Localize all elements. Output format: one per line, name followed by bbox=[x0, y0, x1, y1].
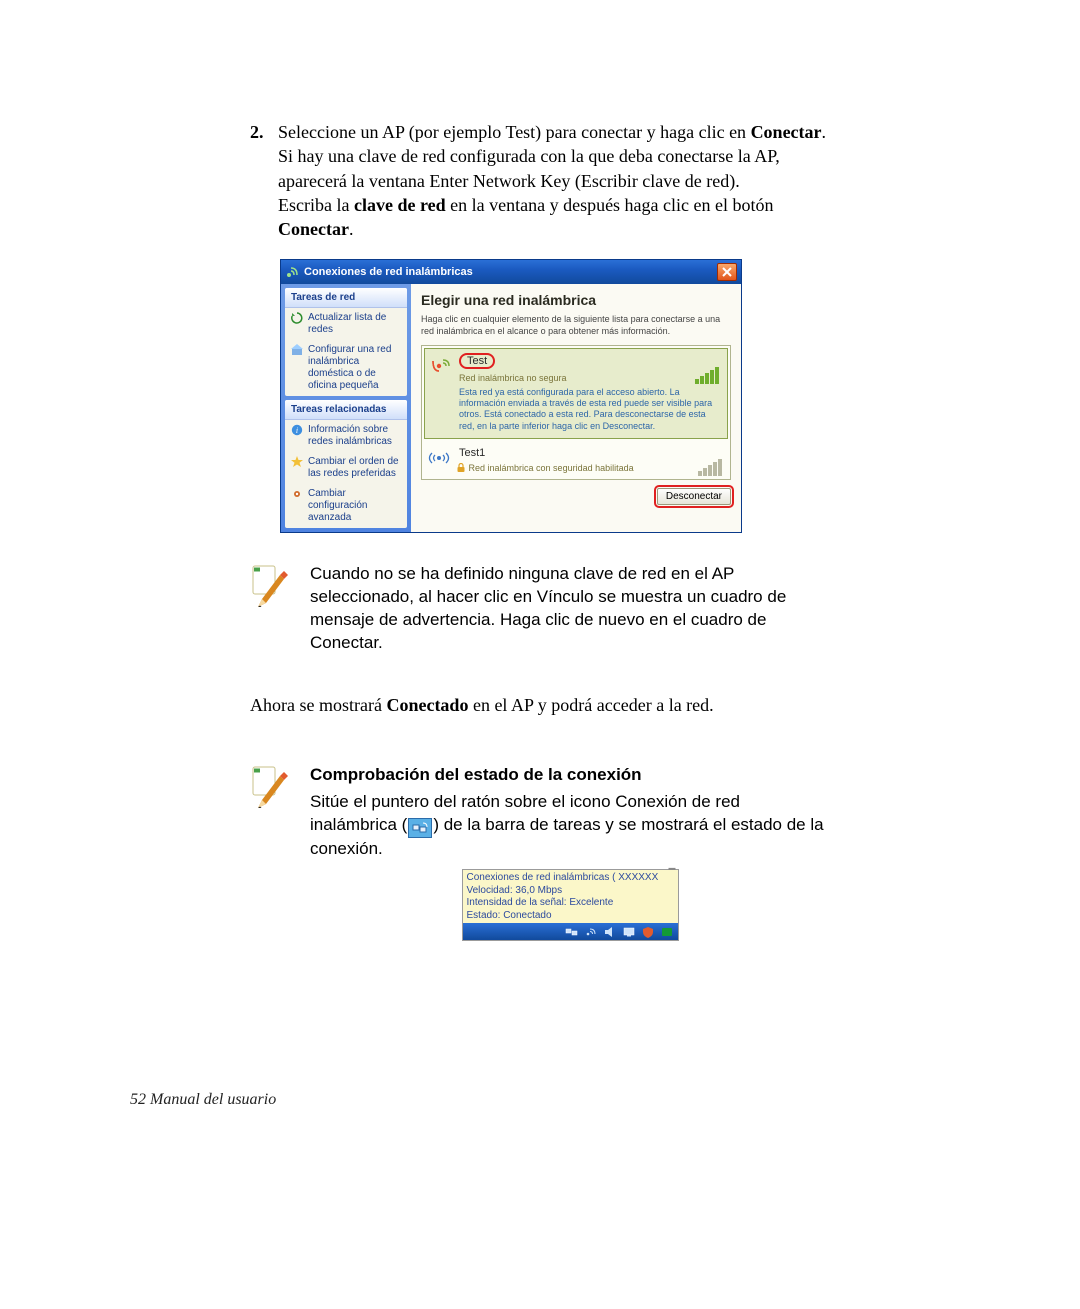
titlebar[interactable]: Conexiones de red inalámbricas bbox=[281, 260, 741, 284]
task-section-related: Tareas relacionadas i Información sobre … bbox=[285, 400, 407, 528]
disconnect-button[interactable]: Desconectar bbox=[657, 488, 731, 505]
step-number: 2. bbox=[250, 120, 278, 241]
note-pencil-icon bbox=[250, 764, 290, 810]
taskbar-tray bbox=[463, 923, 678, 940]
antenna-icon bbox=[428, 447, 450, 469]
step-line3e: . bbox=[349, 219, 354, 239]
antenna-icon bbox=[431, 355, 453, 377]
step-line2: Si hay una clave de red configurada con … bbox=[278, 146, 780, 190]
content-pane: Elegir una red inalámbrica Haga clic en … bbox=[411, 284, 741, 532]
wireless-tray-icon bbox=[408, 818, 432, 838]
network-desc-test: Esta red ya está configurada para el acc… bbox=[459, 387, 719, 432]
connected-paragraph: Ahora se mostrará Conectado en el AP y p… bbox=[250, 695, 830, 716]
task-header-related: Tareas relacionadas bbox=[285, 400, 407, 420]
para2-a: Ahora se mostrará bbox=[250, 695, 386, 715]
network-item-test1[interactable]: Test1 Red inalámbrica con seguridad habi… bbox=[422, 441, 730, 479]
page-container: 2. Seleccione un AP (por ejemplo Test) p… bbox=[0, 0, 1080, 1309]
step-line3d: Conectar bbox=[278, 219, 349, 239]
lock-icon bbox=[456, 463, 466, 473]
step-line1c: . bbox=[822, 122, 827, 142]
task-refresh-label: Actualizar lista de redes bbox=[308, 312, 401, 336]
signal-bars-icon bbox=[698, 459, 722, 476]
task-refresh-networks[interactable]: Actualizar lista de redes bbox=[285, 308, 407, 340]
step-body: Seleccione un AP (por ejemplo Test) para… bbox=[278, 120, 830, 241]
task-header-network: Tareas de red bbox=[285, 288, 407, 308]
close-icon bbox=[722, 267, 732, 277]
note-heading-2: Comprobación del estado de la conexión bbox=[310, 764, 830, 787]
tray-monitor-icon[interactable] bbox=[622, 925, 637, 938]
step-line3b: clave de red bbox=[354, 195, 446, 215]
task-adv-label: Cambiar configuración avanzada bbox=[308, 488, 401, 524]
content-subtext: Haga clic en cualquier elemento de la si… bbox=[421, 314, 731, 337]
network-security-test1: Red inalámbrica con seguridad habilitada bbox=[456, 463, 722, 473]
tray-line-1: Conexiones de red inalámbricas ( XXXXXX bbox=[467, 872, 674, 885]
network-security-text-test1: Red inalámbrica con seguridad habilitada bbox=[469, 463, 634, 473]
task-section-network: Tareas de red Actualizar lista de redes … bbox=[285, 288, 407, 396]
note-text-1: Cuando no se ha definido ninguna clave d… bbox=[310, 563, 830, 655]
note-pencil-icon bbox=[250, 563, 290, 609]
network-list: Test Red inalámbrica no segura Esta red … bbox=[421, 345, 731, 480]
step-line1a: Seleccione un AP (por ejemplo Test) para… bbox=[278, 122, 751, 142]
page-footer: 52 Manual del usuario bbox=[130, 1091, 276, 1109]
step-line3c: en la ventana y después haga clic en el … bbox=[446, 195, 774, 215]
wireless-networks-dialog: Conexiones de red inalámbricas Tareas de… bbox=[280, 259, 742, 533]
network-item-test[interactable]: Test Red inalámbrica no segura Esta red … bbox=[424, 348, 728, 439]
network-security-test: Red inalámbrica no segura bbox=[459, 373, 719, 383]
tray-line-3: Intensidad de la señal: Excelente bbox=[467, 897, 674, 910]
tray-wireless-icon[interactable] bbox=[584, 925, 599, 938]
task-order-label: Cambiar el orden de las redes preferidas bbox=[308, 456, 401, 480]
wireless-icon bbox=[285, 265, 299, 279]
task-change-order[interactable]: Cambiar el orden de las redes preferidas bbox=[285, 452, 407, 484]
tooltip-tail: ▬ bbox=[669, 864, 676, 873]
title-text: Conexiones de red inalámbricas bbox=[304, 266, 717, 278]
note-block-2: Comprobación del estado de la conexión S… bbox=[250, 764, 830, 941]
info-icon: i bbox=[291, 424, 303, 436]
task-wireless-info[interactable]: i Información sobre redes inalámbricas bbox=[285, 420, 407, 452]
star-icon bbox=[291, 456, 303, 468]
close-button[interactable] bbox=[717, 263, 737, 281]
step-line1b: Conectar bbox=[751, 122, 822, 142]
task-info-label: Información sobre redes inalámbricas bbox=[308, 424, 401, 448]
note-block-1: Cuando no se ha definido ninguna clave d… bbox=[250, 563, 830, 655]
network-name-test: Test bbox=[459, 353, 495, 369]
tray-line-2: Velocidad: 36,0 Mbps bbox=[467, 885, 674, 898]
home-network-icon bbox=[291, 344, 303, 356]
tray-shield-icon[interactable] bbox=[641, 925, 656, 938]
refresh-icon bbox=[291, 312, 303, 324]
step-2: 2. Seleccione un AP (por ejemplo Test) p… bbox=[250, 120, 830, 241]
tray-volume-icon[interactable] bbox=[603, 925, 618, 938]
para2-b: Conectado bbox=[386, 695, 468, 715]
gear-icon bbox=[291, 488, 303, 500]
task-setup-label: Configurar una red inalámbrica doméstica… bbox=[308, 344, 401, 392]
step-line3a: Escriba la bbox=[278, 195, 354, 215]
tray-tooltip-screenshot: ▬ Conexiones de red inalámbricas ( XXXXX… bbox=[462, 869, 679, 941]
task-pane: Tareas de red Actualizar lista de redes … bbox=[281, 284, 411, 532]
para2-c: en el AP y podrá acceder a la red. bbox=[468, 695, 713, 715]
task-advanced-config[interactable]: Cambiar configuración avanzada bbox=[285, 484, 407, 528]
tray-line-4: Estado: Conectado bbox=[467, 910, 674, 923]
network-name-test1: Test1 bbox=[456, 447, 488, 459]
task-setup-network[interactable]: Configurar una red inalámbrica doméstica… bbox=[285, 340, 407, 396]
svg-text:i: i bbox=[296, 426, 298, 435]
note-text-2: Comprobación del estado de la conexión S… bbox=[310, 764, 830, 941]
signal-bars-icon bbox=[695, 367, 719, 384]
tray-app-icon[interactable] bbox=[660, 925, 675, 938]
tray-network-icon[interactable] bbox=[565, 925, 580, 938]
content-heading: Elegir una red inalámbrica bbox=[421, 292, 731, 308]
